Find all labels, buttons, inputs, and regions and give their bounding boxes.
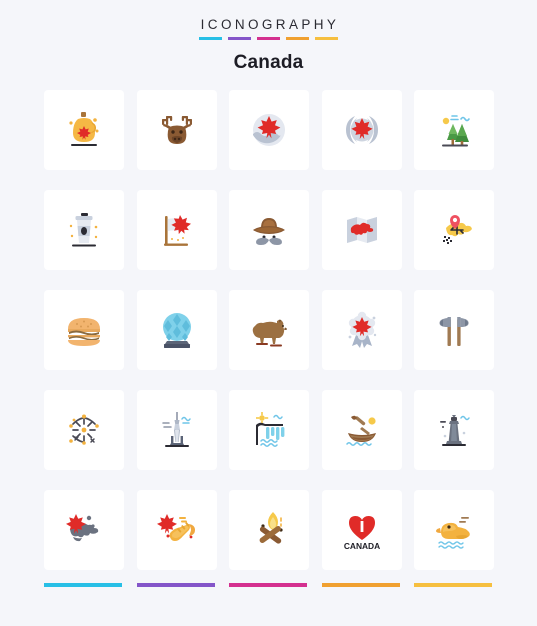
canada-map-leaf-icon <box>66 514 99 542</box>
trumpet-maple-leaf-icon <box>156 514 195 541</box>
brand-rule-2 <box>228 36 251 40</box>
coffee-cup-icon <box>69 213 98 247</box>
maple-leaf-award-ribbon-icon <box>348 311 376 348</box>
i-love-canada-heart-icon: CANADA <box>343 516 380 551</box>
maple-leaf-emblem-icon <box>345 116 378 144</box>
brand-rule-1 <box>199 36 222 40</box>
icon-card-canada-map-paper[interactable] <box>321 190 402 270</box>
canada-flag-pole-icon <box>163 215 191 246</box>
icon-grid: CANADA <box>44 90 494 570</box>
icon-card-waterfall[interactable] <box>229 390 309 470</box>
cn-tower-icon <box>161 412 191 447</box>
canada-map-paper-icon <box>346 217 377 243</box>
brand-rule-4 <box>286 36 309 40</box>
icon-card-maple-leaf-emblem[interactable] <box>321 90 402 170</box>
icon-card-map-location-pin[interactable] <box>414 190 494 270</box>
icon-card-mountie-hat-moustache[interactable] <box>229 190 309 270</box>
poster-root: ICONOGRAPHY Canada CANADA <box>0 0 537 626</box>
crossed-axes-icon <box>439 317 469 346</box>
maple-syrup-bottle-icon <box>69 112 99 146</box>
biosphere-dome-icon <box>162 313 191 348</box>
footer-rule-3 <box>229 583 307 587</box>
icon-card-duck[interactable] <box>414 490 494 570</box>
footer-rule-2 <box>136 583 215 587</box>
burger-icon <box>68 318 100 346</box>
icon-card-canada-flag-pole[interactable] <box>136 190 217 270</box>
icon-card-cn-tower[interactable] <box>136 390 217 470</box>
icon-card-i-love-canada-heart[interactable]: CANADA <box>321 490 402 570</box>
duck-icon <box>436 517 470 549</box>
lighthouse-icon <box>440 415 470 446</box>
icon-card-pine-forest[interactable] <box>414 90 494 170</box>
icon-card-moose-head[interactable] <box>136 90 217 170</box>
icon-card-fireworks[interactable] <box>44 390 124 470</box>
footer-rule-5 <box>414 583 492 587</box>
grizzly-bear-icon <box>252 319 287 347</box>
heart-icon-caption: CANADA <box>343 541 379 551</box>
brand-rule-3 <box>257 36 280 40</box>
page-title: Canada <box>233 51 304 73</box>
icon-card-maple-syrup-bottle[interactable] <box>44 90 124 170</box>
icon-card-biosphere-dome[interactable] <box>136 290 217 370</box>
brand-rule-5 <box>315 36 338 40</box>
maple-leaf-snow-globe-icon <box>253 114 285 146</box>
icon-card-maple-leaf-snow-globe[interactable] <box>229 90 309 170</box>
icon-card-burger[interactable] <box>44 290 124 370</box>
icon-card-canada-map-leaf[interactable] <box>44 490 124 570</box>
map-location-pin-icon <box>443 215 472 244</box>
canoe-paddle-icon <box>345 415 376 446</box>
moose-head-icon <box>161 116 192 144</box>
icon-card-grizzly-bear[interactable] <box>229 290 309 370</box>
icon-card-canoe-paddle[interactable] <box>321 390 402 470</box>
fireworks-icon <box>69 414 99 445</box>
campfire-icon <box>259 512 283 544</box>
footer-rule-group <box>44 583 494 587</box>
brand-wordmark: ICONOGRAPHY <box>200 17 340 32</box>
icon-card-campfire[interactable] <box>229 490 309 570</box>
icon-card-maple-leaf-award-ribbon[interactable] <box>321 290 402 370</box>
pine-forest-icon <box>442 115 470 147</box>
waterfall-icon <box>256 412 285 447</box>
footer-rule-1 <box>44 583 122 587</box>
icon-card-coffee-cup[interactable] <box>44 190 124 270</box>
mountie-hat-moustache-icon <box>253 218 285 245</box>
footer-rule-4 <box>321 583 400 587</box>
brand-rule-group <box>0 36 537 40</box>
icon-card-trumpet-maple-leaf[interactable] <box>136 490 217 570</box>
header: ICONOGRAPHY Canada <box>0 0 537 72</box>
icon-card-lighthouse[interactable] <box>414 390 494 470</box>
icon-card-crossed-axes[interactable] <box>414 290 494 370</box>
